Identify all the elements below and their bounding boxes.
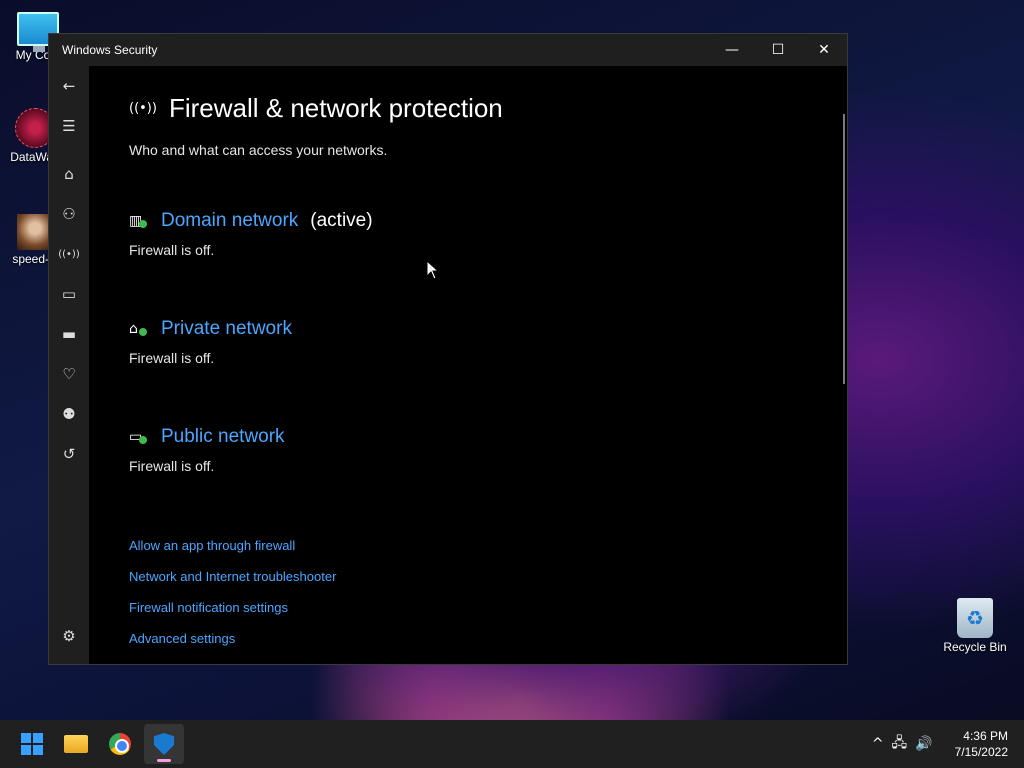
- chrome-icon: [109, 733, 131, 755]
- windows-security-taskbar-button[interactable]: [144, 724, 184, 764]
- page-subtitle: Who and what can access your networks.: [129, 142, 388, 158]
- private-network-icon: ⌂: [129, 321, 151, 337]
- domain-network-section: ▥ Domain network (active) Firewall is of…: [129, 210, 847, 258]
- back-arrow-icon[interactable]: ←: [49, 66, 89, 106]
- volume-icon[interactable]: 🔊: [915, 736, 932, 752]
- clock-time: 4:36 PM: [963, 729, 1008, 743]
- active-badge: (active): [310, 210, 373, 231]
- page-heading: ((•)) Firewall & network protection: [129, 93, 847, 124]
- chrome-button[interactable]: [100, 724, 140, 764]
- start-icon: [21, 733, 43, 755]
- windows-security-window: Windows Security — ☐ ✕ ← ☰ ⌂ ⚇ ((•)) ▭ ▬…: [48, 33, 848, 665]
- taskbar: ^ 🖧 🔊 4:36 PM 7/15/2022: [0, 720, 1024, 768]
- start-button[interactable]: [12, 724, 52, 764]
- domain-network-link[interactable]: Domain network: [161, 210, 298, 232]
- heart-icon[interactable]: ♡: [49, 354, 89, 394]
- person-icon[interactable]: ⚇: [49, 194, 89, 234]
- settings-links: Allow an app through firewall Network an…: [129, 530, 847, 664]
- clock-date: 7/15/2022: [954, 745, 1008, 759]
- laptop-icon[interactable]: ▬: [49, 314, 89, 354]
- maximize-button[interactable]: ☐: [755, 34, 801, 66]
- public-network-link[interactable]: Public network: [161, 426, 285, 448]
- history-icon[interactable]: ↺: [49, 434, 89, 474]
- private-network-status: Firewall is off.: [129, 350, 215, 366]
- domain-network-icon: ▥: [129, 213, 151, 229]
- minimize-button[interactable]: —: [709, 34, 755, 66]
- system-tray: ^ 🖧 🔊 4:36 PM 7/15/2022: [872, 728, 1008, 760]
- clock[interactable]: 4:36 PM 7/15/2022: [955, 728, 1008, 760]
- notification-settings-link[interactable]: Firewall notification settings: [129, 592, 847, 623]
- restore-defaults-link[interactable]: Restore firewalls to default: [129, 654, 847, 664]
- main-content: ((•)) Firewall & network protection Who …: [89, 66, 847, 664]
- private-network-link[interactable]: Private network: [161, 318, 292, 340]
- window-title: Windows Security: [62, 43, 158, 57]
- mouse-cursor-icon: [426, 260, 440, 280]
- sidebar: ← ☰ ⌂ ⚇ ((•)) ▭ ▬ ♡ ⚉ ↺ ⚙: [49, 66, 89, 664]
- network-icon[interactable]: 🖧: [892, 732, 908, 756]
- desktop-icon-recycle-bin[interactable]: Recycle Bin: [940, 598, 1010, 654]
- hamburger-icon[interactable]: ☰: [49, 106, 89, 146]
- close-button[interactable]: ✕: [801, 34, 847, 66]
- allow-app-link[interactable]: Allow an app through firewall: [129, 530, 847, 561]
- public-network-section: ▭ Public network Firewall is off.: [129, 426, 847, 474]
- antenna-icon: ((•)): [129, 101, 157, 116]
- scrollbar[interactable]: [843, 114, 845, 384]
- file-explorer-button[interactable]: [56, 724, 96, 764]
- public-network-icon: ▭: [129, 429, 151, 445]
- domain-network-status: Firewall is off.: [129, 242, 215, 258]
- recycle-bin-icon: [957, 598, 993, 638]
- chevron-up-icon[interactable]: ^: [872, 736, 884, 752]
- title-bar[interactable]: Windows Security — ☐ ✕: [49, 34, 847, 66]
- window-icon[interactable]: ▭: [49, 274, 89, 314]
- private-network-section: ⌂ Private network Firewall is off.: [129, 318, 847, 366]
- file-explorer-icon: [64, 735, 88, 753]
- page-title: Firewall & network protection: [168, 93, 503, 123]
- family-icon[interactable]: ⚉: [49, 394, 89, 434]
- antenna-icon[interactable]: ((•)): [49, 234, 89, 274]
- windows-security-icon: [154, 733, 174, 755]
- desktop-icon-label: Recycle Bin: [943, 640, 1007, 654]
- advanced-settings-link[interactable]: Advanced settings: [129, 623, 847, 654]
- gear-icon[interactable]: ⚙: [49, 616, 89, 656]
- home-icon[interactable]: ⌂: [49, 154, 89, 194]
- public-network-status: Firewall is off.: [129, 458, 215, 474]
- troubleshooter-link[interactable]: Network and Internet troubleshooter: [129, 561, 847, 592]
